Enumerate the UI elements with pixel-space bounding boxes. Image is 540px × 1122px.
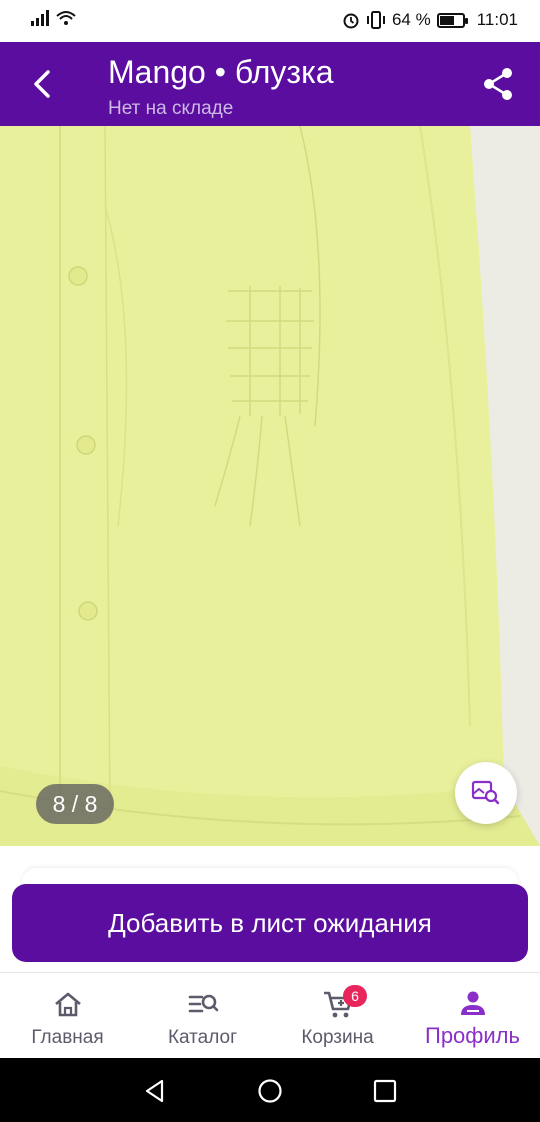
chevron-left-icon[interactable]: [26, 64, 62, 104]
status-bar: 64 % 11:01: [0, 0, 540, 42]
signal-icon: [31, 10, 49, 26]
nav-label-catalog: Каталог: [167, 1027, 238, 1048]
nav-label-home: Главная: [31, 1027, 104, 1048]
clock: 11:01: [476, 10, 518, 29]
alarm-icon: [343, 13, 359, 29]
nav-item-catalog[interactable]: Каталог: [135, 973, 270, 1059]
vibrate-icon: [366, 11, 385, 29]
stock-status: Нет на складе: [108, 98, 234, 119]
nav-item-cart[interactable]: Корзина: [270, 973, 405, 1059]
image-search-icon: [471, 780, 500, 805]
wifi-icon: [56, 11, 76, 25]
home-icon: [54, 992, 81, 1017]
bottom-nav: Главная Каталог Корзина Профиль: [0, 972, 540, 1058]
image-counter: 8 / 8: [36, 784, 114, 824]
share-icon[interactable]: [480, 66, 516, 102]
home-circle-icon[interactable]: [257, 1078, 283, 1104]
back-triangle-icon[interactable]: [142, 1078, 168, 1104]
cart-count-badge: 6: [343, 985, 367, 1007]
recents-square-icon[interactable]: [372, 1078, 398, 1104]
battery-percent: 64 %: [391, 10, 431, 29]
nav-item-profile[interactable]: Профиль: [405, 973, 540, 1059]
system-navigation-bar: [0, 1058, 540, 1122]
profile-icon: [460, 991, 485, 1015]
app-header: Mango • блузка Нет на складе: [0, 42, 540, 126]
nav-label-cart: Корзина: [301, 1027, 374, 1048]
page-title: Mango • блузка: [108, 54, 334, 90]
nav-item-home[interactable]: Главная: [0, 973, 135, 1059]
nav-label-profile: Профиль: [425, 1023, 520, 1048]
battery-icon: [436, 12, 468, 28]
add-to-waitlist-button[interactable]: Добавить в лист ожидания: [12, 884, 528, 962]
product-image[interactable]: [0, 126, 540, 846]
image-search-button[interactable]: [455, 762, 517, 824]
catalog-search-icon: [188, 994, 218, 1013]
